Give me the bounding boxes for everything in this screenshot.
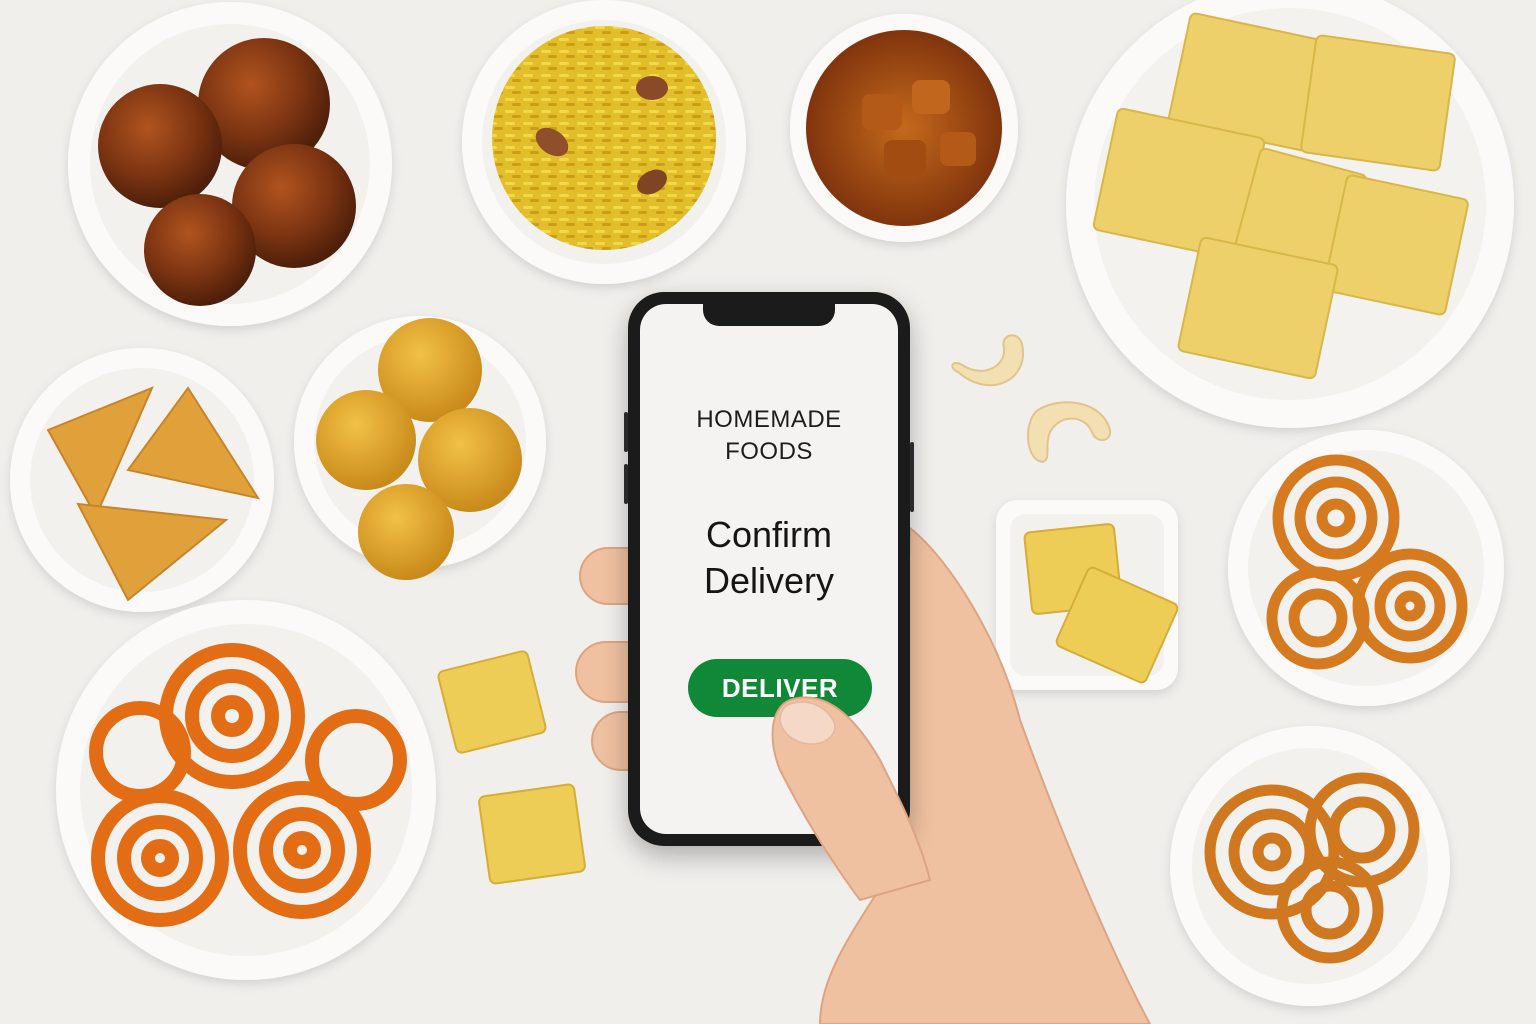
smartphone: HOMEMADE FOODS Confirm Delivery DELIVER (624, 292, 914, 846)
jalebi-bowl (56, 600, 436, 980)
deliver-button[interactable]: DELIVER (688, 659, 872, 717)
heading-line-2: Delivery (703, 560, 835, 601)
brand-line-2: FOODS (725, 438, 813, 465)
brand-line-1: HOMEMADE (696, 406, 842, 433)
chakli-bowl (1228, 430, 1504, 706)
notch (703, 304, 835, 326)
food-scene: HOMEMADE FOODS Confirm Delivery DELIVER (0, 0, 1536, 1024)
heading-line-1: Confirm (705, 514, 833, 555)
curry-bowl (790, 14, 1018, 242)
app-brand: HOMEMADE FOODS (640, 404, 898, 468)
phone-screen: HOMEMADE FOODS Confirm Delivery DELIVER (640, 304, 898, 834)
page-title: Confirm Delivery (640, 512, 898, 604)
power-button (910, 442, 914, 512)
mysore-pak-dish (996, 500, 1179, 690)
cashews (951, 334, 1112, 464)
sweet-cubes (437, 650, 586, 885)
gulab-jamun-bowl (68, 2, 392, 326)
volume-up-button (624, 412, 628, 452)
ladoo-bowl (294, 316, 546, 580)
sev-mixture-bowl (462, 0, 746, 284)
volume-down-button (624, 464, 628, 504)
chakli-bowl-2 (1170, 726, 1450, 1006)
sweet-squares-plate (1066, 0, 1514, 428)
samosa-bowl (10, 348, 274, 612)
